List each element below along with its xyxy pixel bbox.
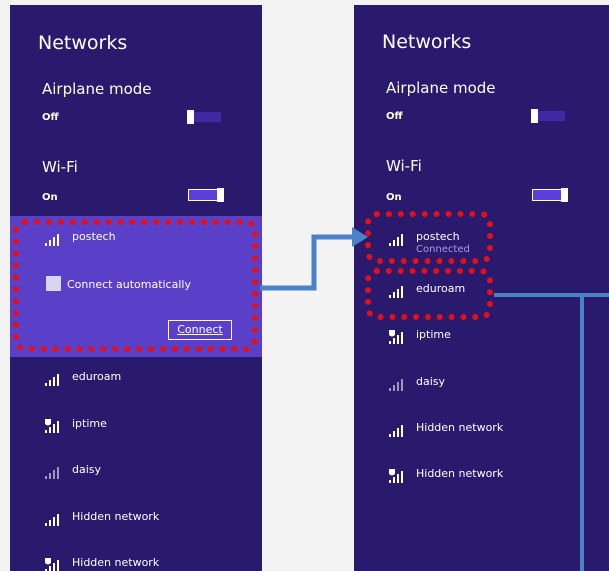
network-item[interactable]: Hidden network (10, 554, 262, 571)
airplane-mode-toggle[interactable] (530, 109, 566, 123)
network-name: Hidden network (72, 510, 160, 523)
network-item[interactable]: Hidden network (354, 419, 609, 443)
network-name: eduroam (72, 370, 122, 383)
panel-title: Networks (382, 31, 472, 53)
network-name: Hidden network (416, 467, 504, 480)
wifi-signal-icon (389, 425, 403, 437)
airplane-mode-label: Airplane mode (42, 80, 152, 98)
wifi-state: On (42, 192, 58, 203)
network-item[interactable]: Hidden network (354, 465, 609, 489)
arrow-connector (260, 234, 352, 291)
network-name: daisy (72, 463, 102, 476)
network-name: Hidden network (416, 421, 504, 434)
wifi-toggle[interactable] (532, 188, 568, 202)
network-name: iptime (416, 328, 451, 341)
highlight-box-left (13, 219, 258, 352)
wifi-signal-icon (45, 374, 59, 386)
airplane-mode-state: Off (42, 112, 59, 123)
highlight-box-right-connected (365, 211, 493, 264)
highlight-box-right-eduroam (365, 268, 493, 320)
network-item[interactable]: daisy (10, 461, 262, 485)
wifi-signal-icon (45, 514, 59, 526)
network-item[interactable]: iptime (10, 415, 262, 439)
network-item[interactable]: eduroam (10, 368, 262, 392)
network-item[interactable]: daisy (354, 373, 609, 397)
wifi-secured-icon (45, 558, 59, 571)
airplane-mode-toggle[interactable] (186, 110, 222, 124)
wifi-secured-icon (389, 330, 403, 344)
airplane-mode-label: Airplane mode (386, 79, 496, 97)
network-item[interactable]: Hidden network (10, 508, 262, 532)
wifi-label: Wi-Fi (42, 158, 78, 176)
wifi-signal-icon (45, 467, 59, 479)
wifi-signal-icon (389, 379, 403, 391)
network-name: Hidden network (72, 556, 160, 569)
wifi-secured-icon (389, 469, 403, 483)
wifi-secured-icon (45, 419, 59, 433)
wifi-toggle[interactable] (188, 188, 224, 202)
network-item[interactable]: iptime (354, 326, 609, 350)
airplane-mode-state: Off (386, 111, 403, 122)
panel-title: Networks (38, 32, 128, 54)
wifi-state: On (386, 192, 402, 203)
wifi-label: Wi-Fi (386, 157, 422, 175)
network-name: daisy (416, 375, 446, 388)
network-name: iptime (72, 417, 107, 430)
